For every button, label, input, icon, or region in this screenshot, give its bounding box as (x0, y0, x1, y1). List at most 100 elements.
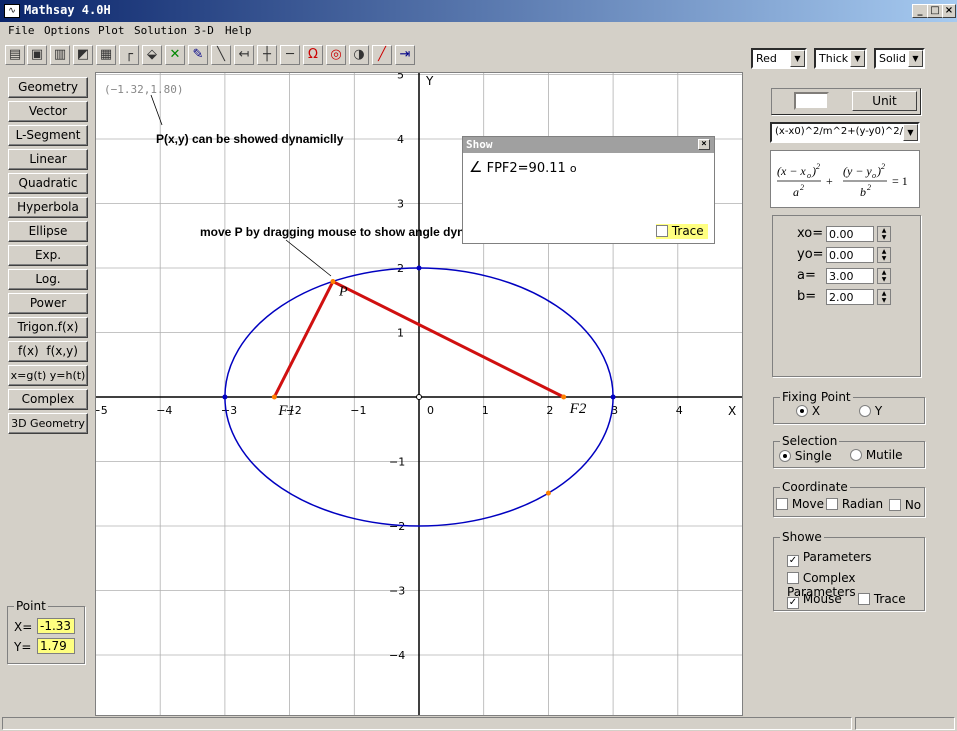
maximize-button[interactable]: □ (927, 4, 943, 18)
show-trace-checkbox[interactable] (656, 225, 668, 237)
status-pane-right (855, 717, 955, 730)
param-label: a= (797, 268, 816, 283)
move-option[interactable]: Move (776, 497, 824, 511)
show-window[interactable]: Show × ∠ FPF2=90.11 o Trace (462, 136, 715, 244)
mouse-option[interactable]: ✓ Mouse (787, 592, 842, 609)
parameters-option[interactable]: ✓ Parameters (787, 550, 872, 567)
menu-help[interactable]: Help (225, 24, 252, 37)
chevron-down-icon[interactable]: ▼ (850, 50, 865, 67)
radio-icon[interactable]: ◑ (349, 45, 369, 65)
y-label: Y= (14, 640, 32, 654)
log-button[interactable]: Log. (8, 269, 88, 290)
pencil-icon[interactable]: ╱ (372, 45, 392, 65)
width-select[interactable]: Thick ▼ (814, 48, 867, 69)
menu-options[interactable]: Options (44, 24, 90, 37)
no-checkbox[interactable] (889, 499, 901, 511)
chevron-down-icon[interactable]: ▼ (908, 50, 923, 67)
trace-checkbox[interactable] (858, 593, 870, 605)
param-b-input[interactable] (826, 289, 874, 305)
magnet-icon[interactable]: Ω (303, 45, 323, 65)
spinner-icon[interactable]: ▲ ▼ (877, 268, 891, 284)
geometry-button[interactable]: Geometry (8, 77, 88, 98)
color-select[interactable]: Red ▼ (751, 48, 807, 69)
parametric-button[interactable]: x=g(t) y=h(t) (8, 365, 88, 386)
param-xo-input[interactable] (826, 226, 874, 242)
chevron-down-icon[interactable]: ▼ (903, 124, 918, 141)
status-bar (0, 716, 957, 731)
hyperbola-button[interactable]: Hyperbola (8, 197, 88, 218)
spinner-icon[interactable]: ▲ ▼ (877, 226, 891, 242)
app-icon[interactable]: ∿ (4, 4, 20, 18)
image-icon[interactable]: ◩ (73, 45, 93, 65)
minus-icon[interactable]: ─ (280, 45, 300, 65)
fx-fxy-button[interactable]: f(x) f(x,y) (8, 341, 88, 362)
complex-button[interactable]: Complex (8, 389, 88, 410)
y-tick-label: 1 (397, 327, 404, 340)
unit-button[interactable]: Unit (852, 91, 917, 111)
multiple-radio[interactable] (850, 449, 862, 461)
spinner-icon[interactable]: ▲ ▼ (877, 247, 891, 263)
equation-select[interactable]: (x-x0)^2/m^2+(y-y0)^2/n ▼ (770, 122, 920, 143)
spinner-icon[interactable]: ▲ ▼ (877, 289, 891, 305)
chevron-down-icon[interactable]: ▼ (790, 50, 805, 67)
svg-text:(x − x: (x − x (777, 164, 806, 178)
pen-icon[interactable]: ✎ (188, 45, 208, 65)
bucket-icon[interactable]: ⬙ (142, 45, 162, 65)
origin-marker (416, 394, 422, 400)
linear-button[interactable]: Linear (8, 149, 88, 170)
vector-button[interactable]: Vector (8, 101, 88, 122)
quadratic-button[interactable]: Quadratic (8, 173, 88, 194)
complex-parameters-checkbox[interactable] (787, 572, 799, 584)
exp-button[interactable]: Exp. (8, 245, 88, 266)
param-yo-input[interactable] (826, 247, 874, 263)
chart2-icon[interactable]: ▦ (96, 45, 116, 65)
single-option[interactable]: Single (779, 449, 832, 463)
show-trace-option[interactable]: Trace (656, 224, 708, 239)
multiple-option[interactable]: Mutile (850, 448, 903, 462)
close-button[interactable]: × (942, 4, 956, 18)
power-button[interactable]: Power (8, 293, 88, 314)
radian-checkbox[interactable] (826, 498, 838, 510)
trace-option[interactable]: Trace (858, 592, 906, 606)
degree-symbol: o (569, 162, 577, 175)
target-icon[interactable]: ◎ (326, 45, 346, 65)
lsegment-button[interactable]: L-Segment (8, 125, 88, 146)
menu-solution[interactable]: Solution (134, 24, 187, 37)
plus-icon[interactable]: ┼ (257, 45, 277, 65)
param-row-yo: yo= ▲▼ (797, 247, 891, 263)
param-a-input[interactable] (826, 268, 874, 284)
no-option[interactable]: No (889, 498, 921, 512)
show-window-titlebar[interactable]: Show × (463, 137, 714, 153)
trigon-button[interactable]: Trigon.f(x) (8, 317, 88, 338)
dash-select[interactable]: Solid ▼ (874, 48, 925, 69)
fixing-y-option[interactable]: Y (859, 404, 882, 418)
corner-icon[interactable]: ┌ (119, 45, 139, 65)
menu-3d[interactable]: 3-D (194, 24, 214, 37)
open-file-icon[interactable]: ▤ (5, 45, 25, 65)
chart-icon[interactable]: ▥ (50, 45, 70, 65)
fixing-x-radio[interactable] (796, 405, 808, 417)
arrow-left-icon[interactable]: ↤ (234, 45, 254, 65)
exit-icon[interactable]: ⇥ (395, 45, 415, 65)
parameters-checkbox[interactable]: ✓ (787, 555, 799, 567)
plot-area[interactable]: −5−4−3−2−10123454321−1−2−3−4 (−1.32,1.80… (95, 72, 743, 716)
close-icon[interactable]: × (698, 139, 710, 150)
unit-input[interactable] (794, 92, 829, 110)
mouse-checkbox[interactable]: ✓ (787, 597, 799, 609)
menu-file[interactable]: File (8, 24, 35, 37)
y-tick-label: −4 (389, 649, 405, 662)
fixing-x-option[interactable]: X (796, 404, 820, 418)
single-radio[interactable] (779, 450, 791, 462)
line-tool-icon[interactable]: ╲ (211, 45, 231, 65)
scatter-icon[interactable]: ✕ (165, 45, 185, 65)
menu-plot[interactable]: Plot (98, 24, 125, 37)
fixing-y-radio[interactable] (859, 405, 871, 417)
p-label: P (338, 285, 348, 300)
minimize-button[interactable]: _ (912, 4, 928, 18)
save-icon[interactable]: ▣ (27, 45, 47, 65)
3d-geometry-button[interactable]: 3D Geometry (8, 413, 88, 434)
ellipse-button[interactable]: Ellipse (8, 221, 88, 242)
move-checkbox[interactable] (776, 498, 788, 510)
annotation-2: move P by dragging mouse to show angle d… (200, 225, 506, 239)
radian-option[interactable]: Radian (826, 497, 883, 511)
